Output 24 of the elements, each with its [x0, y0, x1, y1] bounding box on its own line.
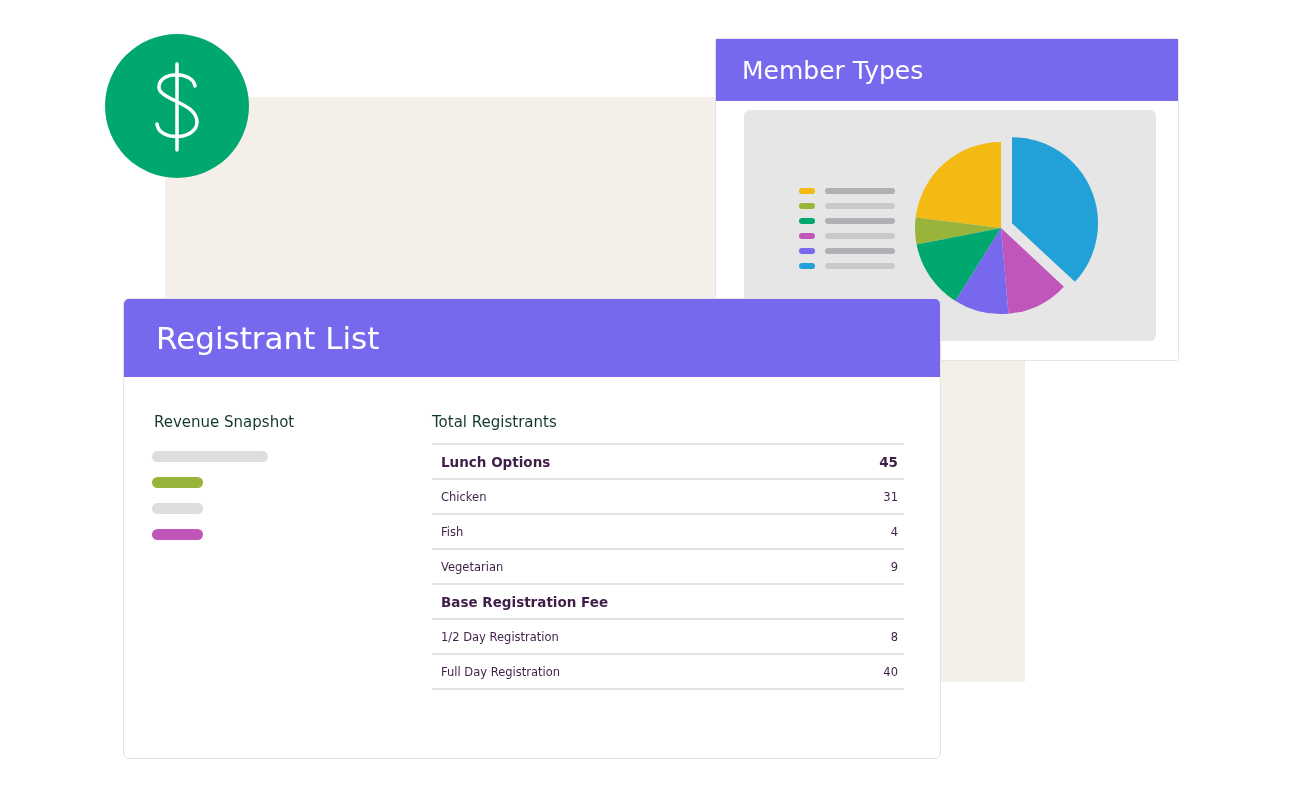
legend-line: [825, 188, 895, 194]
group-label: Base Registration Fee: [441, 593, 609, 610]
dollar-icon: [105, 34, 249, 178]
legend-line: [825, 233, 895, 239]
row-count: 40: [883, 664, 898, 679]
group-label: Lunch Options: [441, 453, 551, 470]
row-count: 4: [890, 524, 898, 539]
row-count: 31: [883, 489, 898, 504]
row-count: 9: [890, 559, 898, 574]
legend-line: [825, 218, 895, 224]
legend-line: [825, 203, 895, 209]
row-count: 45: [879, 453, 898, 470]
row-label: Full Day Registration: [441, 664, 561, 679]
section-title: Revenue Snapshot: [154, 413, 296, 431]
section-title: Total Registrants: [432, 413, 558, 431]
legend-line: [825, 248, 895, 254]
row-label: Vegetarian: [441, 559, 504, 574]
row-label: Fish: [441, 524, 464, 539]
card-title: Registrant List: [156, 320, 380, 356]
row-label: Chicken: [441, 489, 487, 504]
card-title: Member Types: [742, 55, 924, 85]
row-count: 8: [890, 629, 898, 644]
legend-line: [825, 263, 895, 269]
row-label: 1/2 Day Registration: [441, 629, 559, 644]
